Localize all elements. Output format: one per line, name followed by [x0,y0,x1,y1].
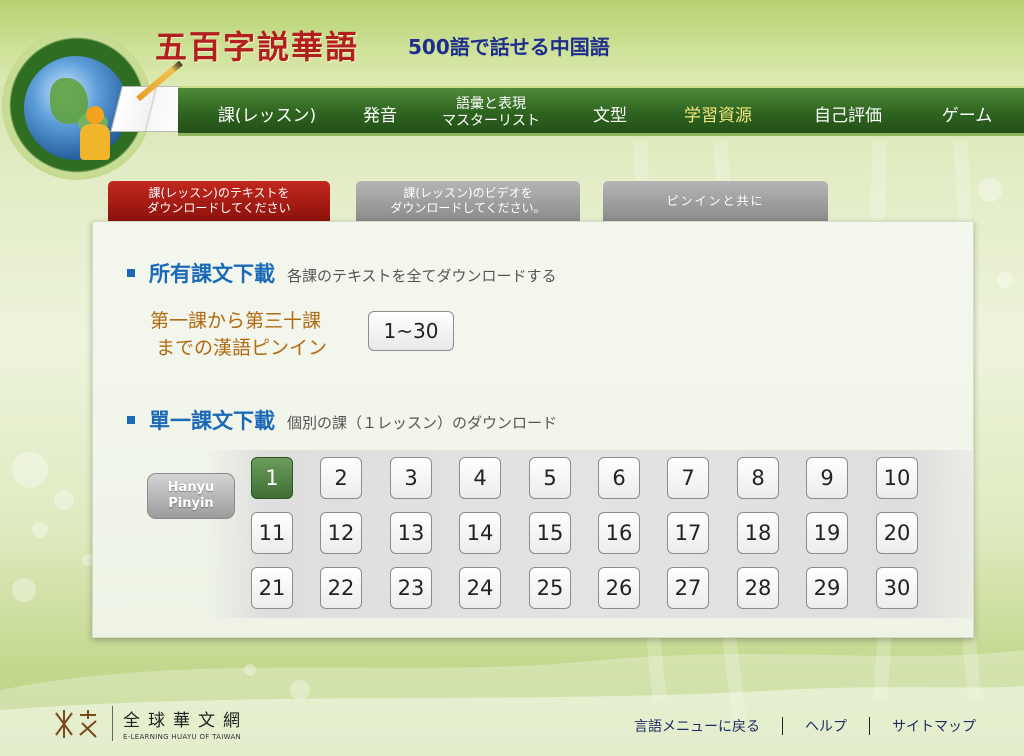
person-head-icon [86,106,104,124]
lesson-button[interactable]: 28 [737,567,779,609]
lesson-button[interactable]: 6 [598,457,640,499]
nav-item-learning-resources[interactable]: 学習資源 [668,88,768,138]
lesson-button[interactable]: 11 [251,512,293,554]
tab-label: ダウンロードしてください [147,201,291,215]
lesson-button[interactable]: 26 [598,567,640,609]
nav-item-lessons[interactable]: 課(レッスン) [208,88,326,138]
tab-label: 課(レッスン)のテキストを [148,186,290,200]
person-icon [80,124,110,160]
help-link[interactable]: ヘルプ [805,716,847,736]
section-subtitle: 個別の課（１レッスン）のダウンロード [287,414,558,432]
lesson-button[interactable]: 19 [806,512,848,554]
logo-text: 全球華文網 E-LEARNING HUAYU OF TAIWAN [112,706,248,741]
nav-item-label: 課(レッスン) [217,105,317,126]
section-title: 所有課文下載 [149,262,275,286]
logo-chinese: 全球華文網 [123,711,248,731]
lesson-button[interactable]: 29 [806,567,848,609]
pinyin-label: Pinyin [168,496,214,511]
lesson-button[interactable]: 1 [251,457,293,499]
lesson-button[interactable]: 8 [737,457,779,499]
pinyin-label: Hanyu [167,480,215,495]
nav-item-vocabulary-list[interactable]: 語彙と表現 マスターリスト [430,88,552,138]
lesson-button[interactable]: 20 [876,512,918,554]
tab-with-pinyin[interactable]: ピンインと共に [603,181,828,221]
lesson-button[interactable]: 18 [737,512,779,554]
nav-item-label: 自己評価 [814,105,882,126]
tab-label: ピンインと共に [666,193,765,208]
lesson-button[interactable]: 5 [529,457,571,499]
lesson-button[interactable]: 10 [876,457,918,499]
lesson-button[interactable]: 22 [320,567,362,609]
lesson-button[interactable]: 7 [667,457,709,499]
nav-item-games[interactable]: ゲーム [926,88,1008,138]
range-label: 第一課から第三十課 までの漢語ピンイン [150,308,360,362]
nav-item-label: ゲーム [941,105,993,126]
bullet-icon [127,416,135,424]
main-nav: 課(レッスン) 発音 語彙と表現 マスターリスト 文型 学習資源 自己評価 ゲー… [178,86,1024,136]
lesson-button[interactable]: 21 [251,567,293,609]
footer-links: 言語メニューに戻る ヘルプ サイトマップ [634,716,976,736]
back-to-language-menu-link[interactable]: 言語メニューに戻る [634,716,760,736]
lesson-button[interactable]: 4 [459,457,501,499]
site-title-chinese: 五百字説華語 [155,28,360,66]
single-download-heading: 單一課文下載 個別の課（１レッスン）のダウンロード [127,405,557,435]
range-label-line: 第一課から第三十課 [150,310,322,332]
lesson-button[interactable]: 30 [876,567,918,609]
tab-text-download[interactable]: 課(レッスン)のテキストを ダウンロードしてください [108,181,330,221]
range-label-line: までの漢語ピンイン [156,337,328,359]
footer-logo[interactable]: 全球華文網 E-LEARNING HUAYU OF TAIWAN [50,706,248,741]
lesson-button[interactable]: 3 [390,457,432,499]
all-download-heading: 所有課文下載 各課のテキストを全てダウンロードする [127,258,557,288]
section-title: 單一課文下載 [149,409,275,433]
tab-label: ダウンロードしてください。 [390,201,546,215]
nav-item-label: 学習資源 [684,105,752,126]
nav-item-label: 発音 [363,105,397,126]
lesson-button[interactable]: 27 [667,567,709,609]
tab-video-download[interactable]: 課(レッスン)のビデオを ダウンロードしてください。 [356,181,580,221]
sitemap-link[interactable]: サイトマップ [892,716,976,736]
nav-item-pronunciation[interactable]: 発音 [348,88,412,138]
huayu-logo-icon [55,709,97,738]
hanyu-pinyin-button[interactable]: Hanyu Pinyin [147,473,235,519]
lesson-button[interactable]: 16 [598,512,640,554]
section-subtitle: 各課のテキストを全てダウンロードする [287,267,557,285]
lesson-button[interactable]: 15 [529,512,571,554]
lesson-button[interactable]: 17 [667,512,709,554]
logo-english: E-LEARNING HUAYU OF TAIWAN [123,733,242,741]
nav-item-label: 語彙と表現 [456,96,526,112]
lesson-button[interactable]: 2 [320,457,362,499]
link-separator [782,717,783,735]
nav-item-label: 文型 [593,105,627,126]
download-all-button[interactable]: 1~30 [368,311,454,351]
link-separator [869,717,870,735]
bullet-icon [127,269,135,277]
lesson-button[interactable]: 25 [529,567,571,609]
lesson-button[interactable]: 9 [806,457,848,499]
nav-item-label: マスターリスト [442,113,540,129]
nav-item-self-assessment[interactable]: 自己評価 [796,88,900,138]
lesson-button[interactable]: 23 [390,567,432,609]
lesson-button[interactable]: 12 [320,512,362,554]
tab-label: 課(レッスン)のビデオを [403,186,533,200]
lesson-button[interactable]: 13 [390,512,432,554]
nav-item-sentence-patterns[interactable]: 文型 [572,88,648,138]
lesson-button[interactable]: 14 [459,512,501,554]
site-title-japanese: 500語で話せる中国語 [408,35,610,59]
lesson-button[interactable]: 24 [459,567,501,609]
